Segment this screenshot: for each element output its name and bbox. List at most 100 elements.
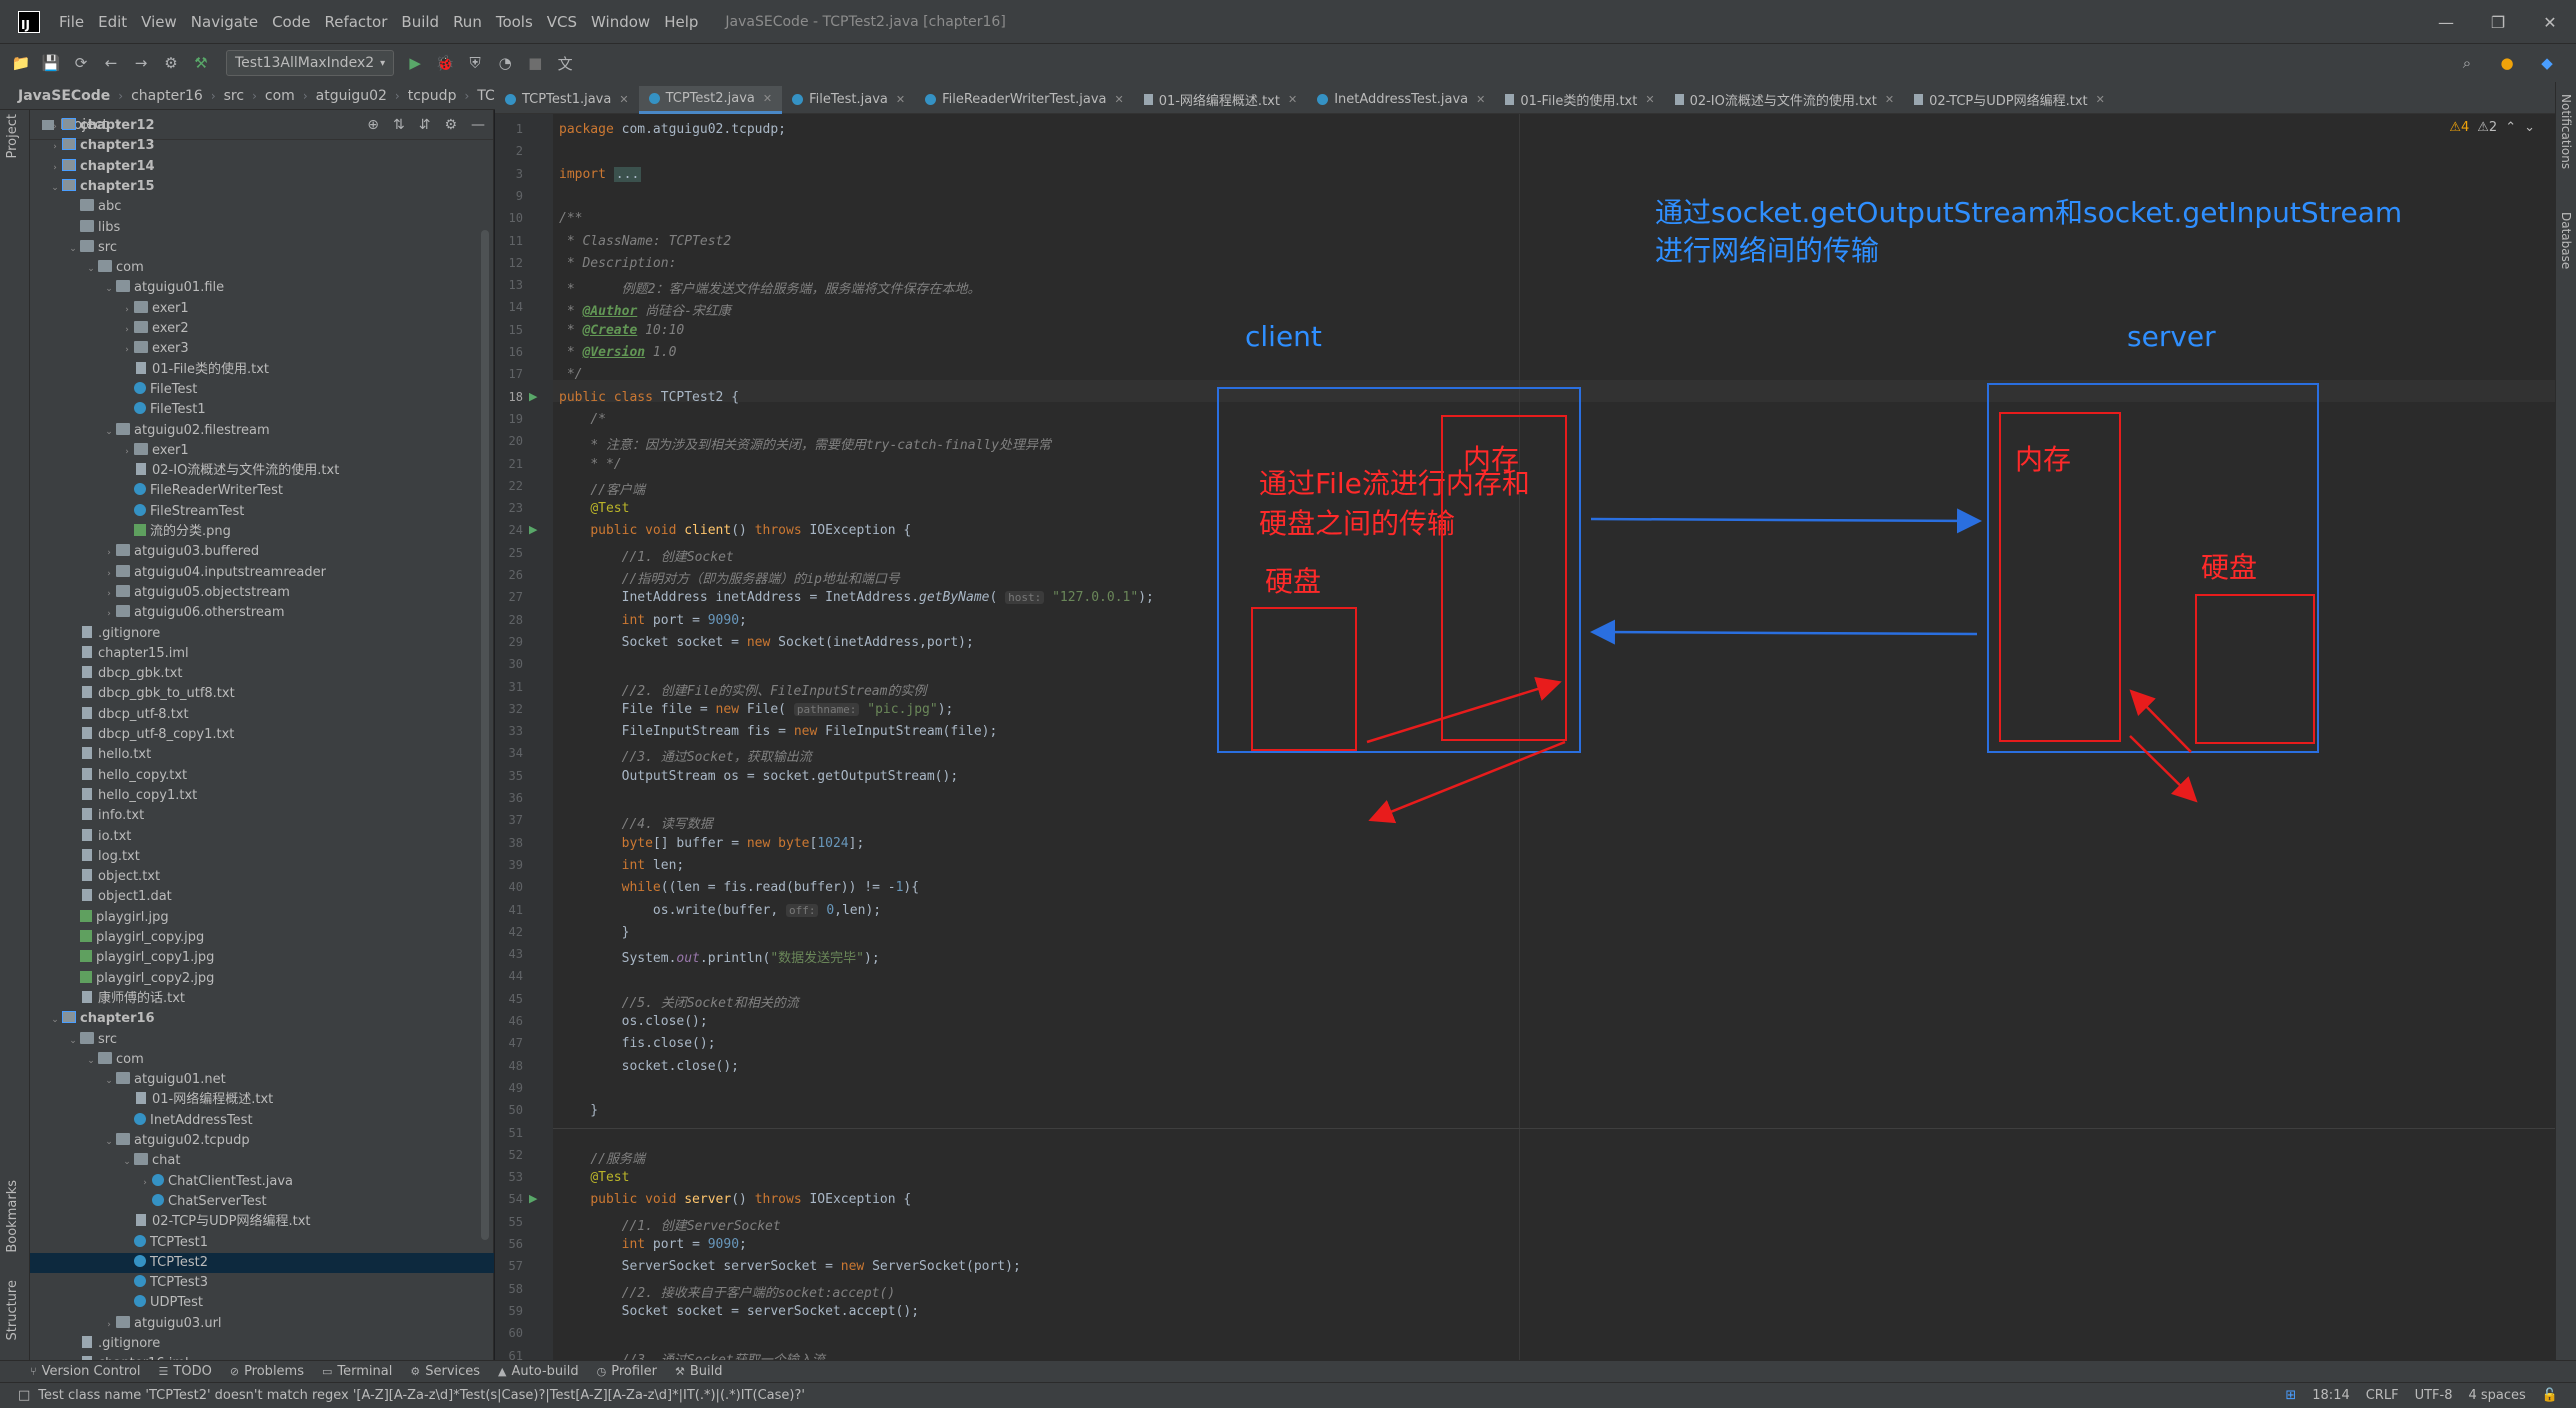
editor-tab[interactable]: 02-IO流概述与文件流的使用.txt ✕	[1665, 86, 1905, 114]
line-separator[interactable]: CRLF	[2366, 1388, 2399, 1403]
tree-item[interactable]: playgirl_copy.jpg	[30, 928, 494, 948]
tree-item[interactable]: › atguigu05.objectstream	[30, 583, 494, 603]
editor-tab[interactable]: InetAddressTest.java ✕	[1307, 86, 1495, 114]
tree-item[interactable]: 01-File类的使用.txt	[30, 360, 494, 380]
tree-item[interactable]: FileReaderWriterTest	[30, 481, 494, 501]
tree-item[interactable]: dbcp_utf-8_copy1.txt	[30, 725, 494, 745]
tool-window-profiler[interactable]: ◷ Profiler	[597, 1364, 657, 1379]
tree-item[interactable]: › atguigu03.url	[30, 1314, 494, 1334]
tree-item[interactable]: TCPTest3	[30, 1273, 494, 1293]
coverage-icon[interactable]: ⛨	[462, 50, 488, 76]
tree-item[interactable]: ⌄ chapter16	[30, 1009, 494, 1029]
tree-item[interactable]: 02-IO流概述与文件流的使用.txt	[30, 461, 494, 481]
expand-arrow-icon[interactable]: ›	[48, 137, 62, 157]
tree-item[interactable]: object.txt	[30, 867, 494, 887]
expand-arrow-icon[interactable]: ⌄	[84, 1051, 98, 1071]
tree-item[interactable]: hello_copy1.txt	[30, 786, 494, 806]
menu-view[interactable]: View	[134, 0, 184, 44]
breadcrumb-item[interactable]: chapter16	[131, 88, 203, 104]
breadcrumb-item[interactable]: src	[224, 88, 244, 104]
ide-logo-icon[interactable]: ◆	[2534, 50, 2560, 76]
minimize-button[interactable]: —	[2420, 0, 2472, 44]
tool-window-auto-build[interactable]: ▲ Auto-build	[498, 1364, 579, 1379]
expand-arrow-icon[interactable]: ⌄	[102, 279, 116, 299]
expand-arrow-icon[interactable]: ⌄	[48, 1010, 62, 1030]
save-all-icon[interactable]: 💾	[38, 50, 64, 76]
tree-item[interactable]: dbcp_gbk_to_utf8.txt	[30, 684, 494, 704]
tree-item[interactable]: 01-网络编程概述.txt	[30, 1090, 494, 1110]
tree-item[interactable]: 流的分类.png	[30, 522, 494, 542]
update-icon[interactable]: ●	[2494, 50, 2520, 76]
stop-icon[interactable]: ■	[522, 50, 548, 76]
tree-item[interactable]: object1.dat	[30, 887, 494, 907]
database-tool-tab[interactable]: Database	[2559, 212, 2573, 269]
menu-window[interactable]: Window	[584, 0, 657, 44]
tree-item[interactable]: .gitignore	[30, 1334, 494, 1354]
menu-tools[interactable]: Tools	[489, 0, 540, 44]
tool-window-version-control[interactable]: ⑂ Version Control	[30, 1364, 141, 1379]
editor-tab[interactable]: TCPTest2.java ✕	[638, 85, 783, 114]
breadcrumb-item[interactable]: atguigu02	[316, 88, 387, 104]
menu-navigate[interactable]: Navigate	[184, 0, 265, 44]
tree-item[interactable]: info.txt	[30, 806, 494, 826]
expand-arrow-icon[interactable]: ⌄	[120, 1152, 134, 1172]
breadcrumb-item[interactable]: tcpudp	[408, 88, 457, 104]
tree-item[interactable]: › ChatClientTest.java	[30, 1172, 494, 1192]
tool-window-todo[interactable]: ☰ TODO	[159, 1364, 212, 1379]
tree-item[interactable]: ⌄ chat	[30, 1151, 494, 1171]
menu-run[interactable]: Run	[446, 0, 489, 44]
expand-arrow-icon[interactable]: ›	[102, 564, 116, 584]
maximize-button[interactable]: ❐	[2472, 0, 2524, 44]
tree-item[interactable]: › exer2	[30, 319, 494, 339]
editor-tab[interactable]: 01-网络编程概述.txt ✕	[1134, 86, 1307, 114]
breadcrumb-item[interactable]: JavaSECode	[18, 88, 110, 104]
expand-arrow-icon[interactable]: ⌄	[66, 239, 80, 259]
build-hammer-icon[interactable]: ⚒	[188, 50, 214, 76]
expand-arrow-icon[interactable]: ›	[102, 1315, 116, 1335]
notifications-tool-tab[interactable]: Notifications	[2559, 94, 2573, 169]
tree-item[interactable]: io.txt	[30, 827, 494, 847]
tree-item[interactable]: hello.txt	[30, 745, 494, 765]
breadcrumb-item[interactable]: com	[265, 88, 295, 104]
tree-item[interactable]: playgirl.jpg	[30, 908, 494, 928]
search-icon[interactable]: ⌕	[2454, 50, 2480, 76]
menu-edit[interactable]: Edit	[91, 0, 134, 44]
tree-item[interactable]: ⌄ atguigu01.file	[30, 278, 494, 298]
sync-icon[interactable]: ⟳	[68, 50, 94, 76]
editor-tab[interactable]: FileReaderWriterTest.java ✕	[915, 86, 1134, 114]
expand-arrow-icon[interactable]: ⌄	[102, 422, 116, 442]
tree-item[interactable]: .gitignore	[30, 624, 494, 644]
tree-item[interactable]: playgirl_copy2.jpg	[30, 969, 494, 989]
tree-item[interactable]: ⌄ com	[30, 1050, 494, 1070]
close-tab-icon[interactable]: ✕	[896, 93, 905, 106]
editor-tab[interactable]: 02-TCP与UDP网络编程.txt ✕	[1904, 86, 2115, 114]
close-tab-icon[interactable]: ✕	[763, 92, 772, 105]
tree-item[interactable]: hello_copy.txt	[30, 766, 494, 786]
close-tab-icon[interactable]: ✕	[1645, 93, 1654, 106]
tree-item[interactable]: chapter15.iml	[30, 644, 494, 664]
tree-scrollbar[interactable]	[481, 230, 489, 1240]
expand-arrow-icon[interactable]: ⌄	[102, 1071, 116, 1091]
expand-arrow-icon[interactable]: ›	[102, 584, 116, 604]
menu-help[interactable]: Help	[657, 0, 705, 44]
editor-tab[interactable]: TCPTest1.java ✕	[495, 86, 639, 114]
editor-tab[interactable]: 01-File类的使用.txt ✕	[1495, 86, 1664, 114]
close-tab-icon[interactable]: ✕	[1885, 93, 1894, 106]
tree-item[interactable]: libs	[30, 218, 494, 238]
tree-item[interactable]: ⌄ com	[30, 258, 494, 278]
expand-arrow-icon[interactable]: ›	[102, 604, 116, 624]
tree-item[interactable]: ChatServerTest	[30, 1192, 494, 1212]
tree-item[interactable]: dbcp_gbk.txt	[30, 664, 494, 684]
expand-arrow-icon[interactable]: ⌄	[84, 259, 98, 279]
close-tab-icon[interactable]: ✕	[1476, 93, 1485, 106]
expand-arrow-icon[interactable]: ›	[120, 320, 134, 340]
structure-tool-tab[interactable]: Structure	[5, 1280, 20, 1340]
debug-icon[interactable]: 🐞	[432, 50, 458, 76]
tree-item[interactable]: abc	[30, 197, 494, 217]
menu-file[interactable]: File	[52, 0, 91, 44]
tree-item[interactable]: FileStreamTest	[30, 502, 494, 522]
tree-item[interactable]: ⌄ chapter15	[30, 177, 494, 197]
expand-arrow-icon[interactable]: ›	[102, 543, 116, 563]
menu-build[interactable]: Build	[394, 0, 446, 44]
caret-position[interactable]: 18:14	[2312, 1388, 2349, 1403]
